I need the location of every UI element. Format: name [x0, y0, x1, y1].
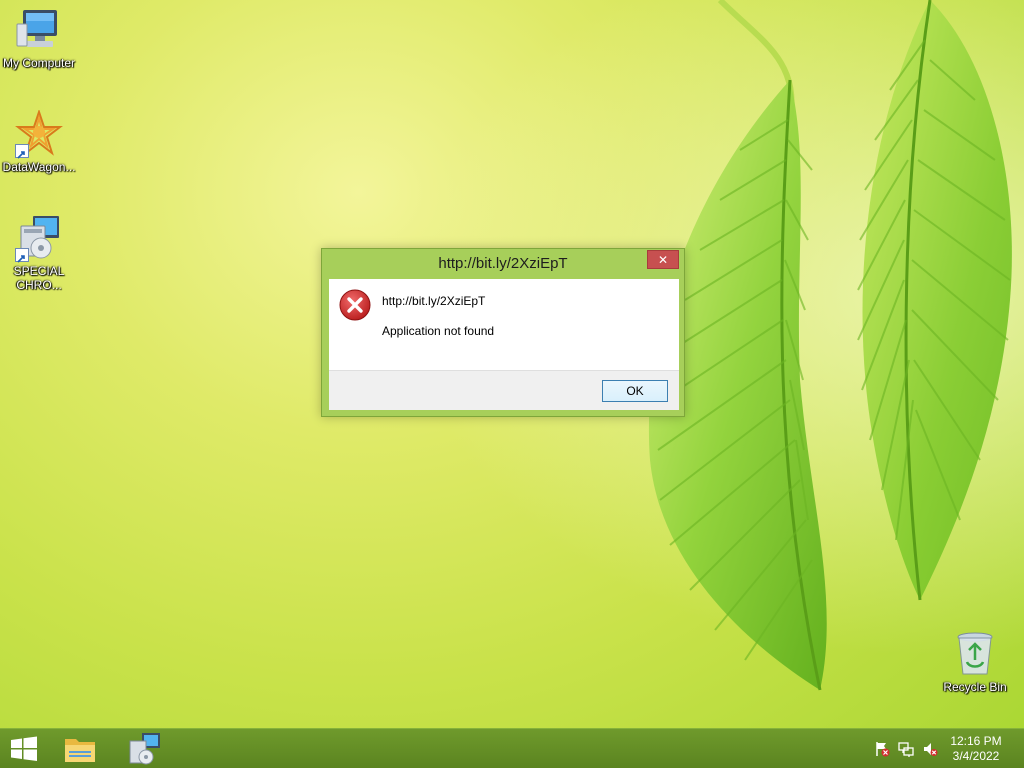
shortcut-arrow-icon [15, 248, 29, 263]
dialog-footer: OK [329, 370, 679, 410]
desktop-icon-special-chro[interactable]: SPECIAL CHRO... [0, 214, 78, 292]
taskbar-installer[interactable] [120, 729, 168, 768]
shortcut-arrow-icon [15, 144, 29, 159]
desktop[interactable]: My Computer DataWagon... SPECIAL CHRO...… [0, 0, 1024, 768]
dialog-title[interactable]: http://bit.ly/2XziEpT [322, 249, 684, 279]
volume-muted-icon[interactable] [922, 741, 938, 757]
desktop-icon-my-computer[interactable]: My Computer [0, 6, 78, 70]
start-button[interactable] [0, 729, 48, 768]
desktop-icon-label: SPECIAL CHRO... [13, 264, 65, 292]
taskbar-file-explorer[interactable] [56, 729, 104, 768]
file-explorer-icon [65, 739, 95, 762]
ok-button[interactable]: OK [602, 380, 668, 402]
dialog-message-text: Application not found [382, 324, 495, 338]
dialog-body: http://bit.ly/2XziEpT Application not fo… [329, 279, 679, 370]
action-center-flag-icon[interactable] [874, 741, 890, 757]
close-button[interactable]: ✕ [647, 250, 679, 269]
close-icon: ✕ [657, 253, 669, 267]
desktop-icon-label: DataWagon... [2, 160, 76, 174]
desktop-icon-recycle-bin[interactable]: Recycle Bin [936, 630, 1014, 694]
desktop-icon-label: Recycle Bin [943, 680, 1007, 694]
clock-date: 3/4/2022 [952, 749, 1000, 763]
network-icon[interactable] [898, 741, 914, 757]
error-dialog[interactable]: http://bit.ly/2XziEpT ✕ http://bit.ly/2X… [321, 248, 685, 417]
windows-start-icon [11, 736, 37, 761]
taskbar-clock[interactable]: 12:16 PM 3/4/2022 [946, 734, 1006, 764]
taskbar: 12:16 PM 3/4/2022 [0, 728, 1024, 768]
clock-time: 12:16 PM [950, 734, 1002, 748]
computer-icon [15, 6, 63, 54]
dialog-message-url: http://bit.ly/2XziEpT [382, 294, 486, 308]
installer-icon [15, 214, 63, 263]
error-icon [339, 289, 371, 321]
recycle-bin-icon [951, 630, 999, 678]
installer-icon [129, 733, 160, 765]
desktop-icon-datawagon[interactable]: DataWagon... [0, 108, 78, 174]
datawagon-star-icon [15, 108, 63, 159]
desktop-icon-label: My Computer [2, 56, 76, 70]
